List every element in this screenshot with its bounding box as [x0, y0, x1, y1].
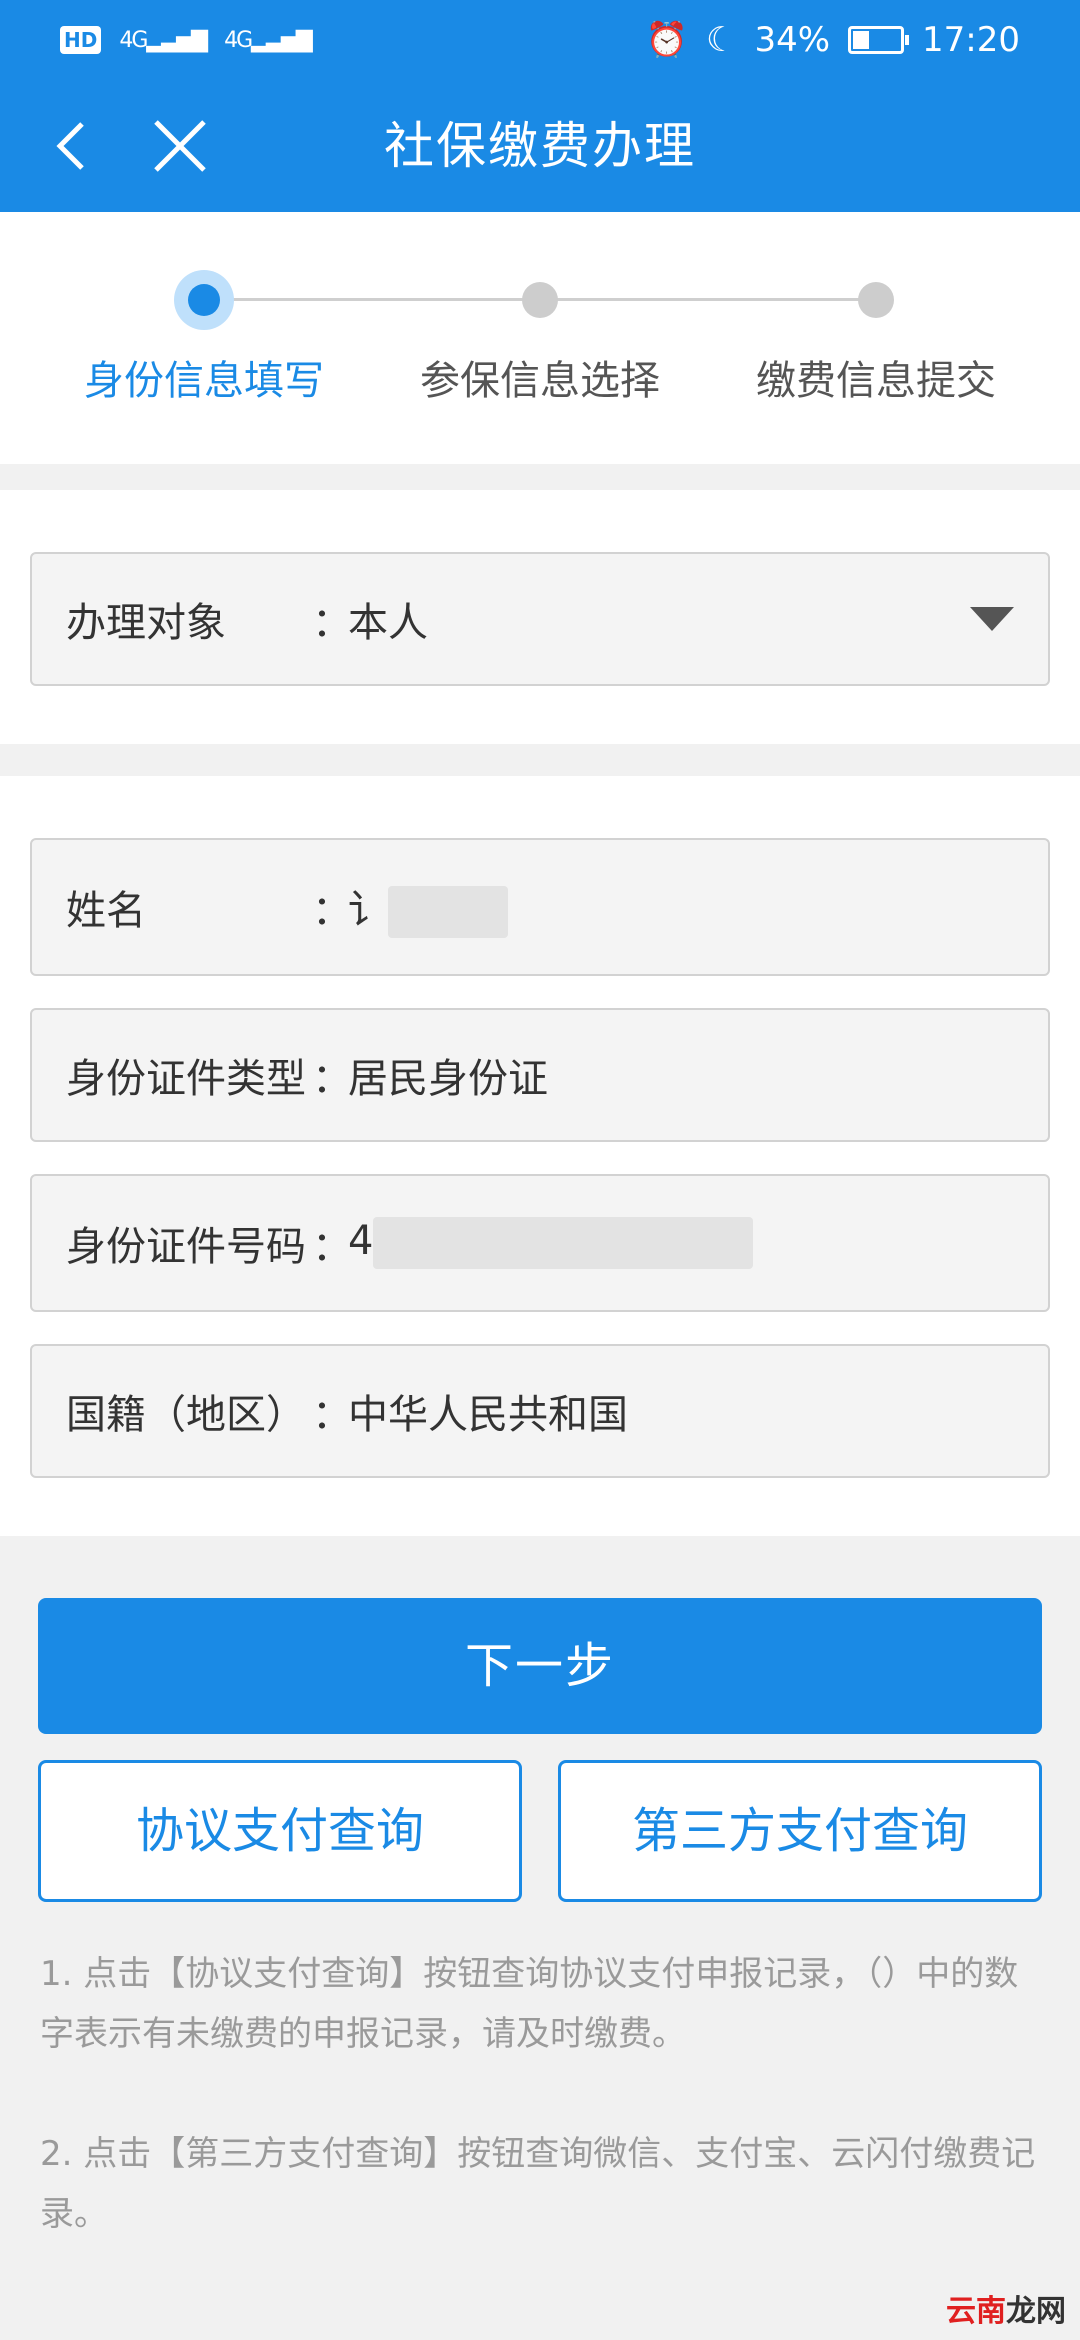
status-bar-left: HD 4G▂▃▅▇ 4G▂▃▅▇ [60, 26, 313, 54]
field-colon: ： [312, 888, 352, 934]
moon-icon: ☾ [705, 20, 737, 60]
third-party-payment-query-button[interactable]: 第三方支付查询 [558, 1760, 1042, 1902]
title-bar: 社保缴费办理 [0, 80, 1080, 212]
name-field: 姓名 ： 讠 [30, 838, 1050, 976]
chevron-left-icon [56, 122, 84, 170]
id-number-value: 4 [348, 1218, 374, 1264]
field-value: 讠 [348, 877, 1048, 938]
agreement-payment-query-button[interactable]: 协议支付查询 [38, 1760, 522, 1902]
watermark-part2: 龙网 [1006, 2294, 1066, 2329]
battery-icon [848, 26, 910, 54]
step-connector [204, 298, 540, 301]
field-label: 办理对象 [66, 600, 226, 646]
watermark-part1: 云南 [946, 2294, 1006, 2329]
battery-percent: 34% [754, 20, 831, 60]
field-label: 身份证件类型 [66, 1056, 306, 1102]
close-button[interactable] [150, 116, 210, 176]
step-indicator: 身份信息填写 参保信息选择 缴费信息提交 [0, 212, 1080, 464]
signal-icon-1: 4G▂▃▅▇ [119, 27, 208, 53]
target-select[interactable]: 办理对象 ： 本人 [30, 552, 1050, 686]
hd-badge: HD [60, 26, 102, 54]
field-value: 本人 [348, 600, 428, 646]
status-bar-right: ⏰ ☾ 34% 17:20 [646, 20, 1020, 60]
field-label: 姓名 [66, 888, 146, 934]
id-type-field: 身份证件类型 ： 居民身份证 [30, 1008, 1050, 1142]
step-dot [522, 282, 558, 318]
redacted-block [388, 885, 508, 938]
network-label-1: 4G [119, 27, 148, 53]
alarm-icon: ⏰ [645, 20, 688, 60]
signal-icon-2: 4G▂▃▅▇ [224, 27, 313, 53]
field-colon: ： [312, 1224, 352, 1270]
clock: 17:20 [922, 20, 1020, 60]
name-value: 讠 [348, 886, 388, 933]
step-dot-active [174, 270, 234, 330]
nationality-field: 国籍（地区） ： 中华人民共和国 [30, 1344, 1050, 1478]
field-value: 中华人民共和国 [348, 1392, 628, 1438]
field-label: 身份证件号码 [66, 1224, 306, 1270]
field-label: 国籍（地区） [66, 1392, 306, 1438]
id-number-field: 身份证件号码 ： 4 [30, 1174, 1050, 1312]
note-third-party: 2. 点击【第三方支付查询】按钮查询微信、支付宝、云闪付缴费记录。 [40, 2134, 1036, 2234]
field-value: 4 [348, 1217, 1048, 1269]
back-button[interactable] [46, 118, 102, 174]
field-value: 居民身份证 [348, 1056, 548, 1102]
identity-section: 姓名 ： 讠 身份证件类型 ： 居民身份证 身份证件号码 ： 4 国籍（地区） … [0, 776, 1080, 1536]
target-section: 办理对象 ： 本人 [0, 490, 1080, 744]
note-agreement: 1. 点击【协议支付查询】按钮查询协议支付申报记录，（）中的数字表示有未缴费的申… [40, 1954, 1019, 2054]
next-step-button[interactable]: 下一步 [38, 1598, 1042, 1734]
field-colon: ： [312, 1056, 352, 1102]
step-connector [540, 298, 876, 301]
watermark-logo: 云南龙网 [946, 2286, 1066, 2330]
field-colon: ： [312, 600, 352, 646]
dropdown-arrow-icon [970, 607, 1014, 631]
step-label-payment: 缴费信息提交 [756, 358, 996, 404]
network-label-2: 4G [224, 27, 253, 53]
field-colon: ： [312, 1392, 352, 1438]
step-label-insurance: 参保信息选择 [420, 358, 660, 404]
redacted-block [373, 1217, 754, 1269]
step-label-identity: 身份信息填写 [84, 358, 324, 404]
status-bar: HD 4G▂▃▅▇ 4G▂▃▅▇ ⏰ ☾ 34% 17:20 [0, 0, 1080, 80]
step-dot [858, 282, 894, 318]
close-icon [154, 120, 206, 172]
